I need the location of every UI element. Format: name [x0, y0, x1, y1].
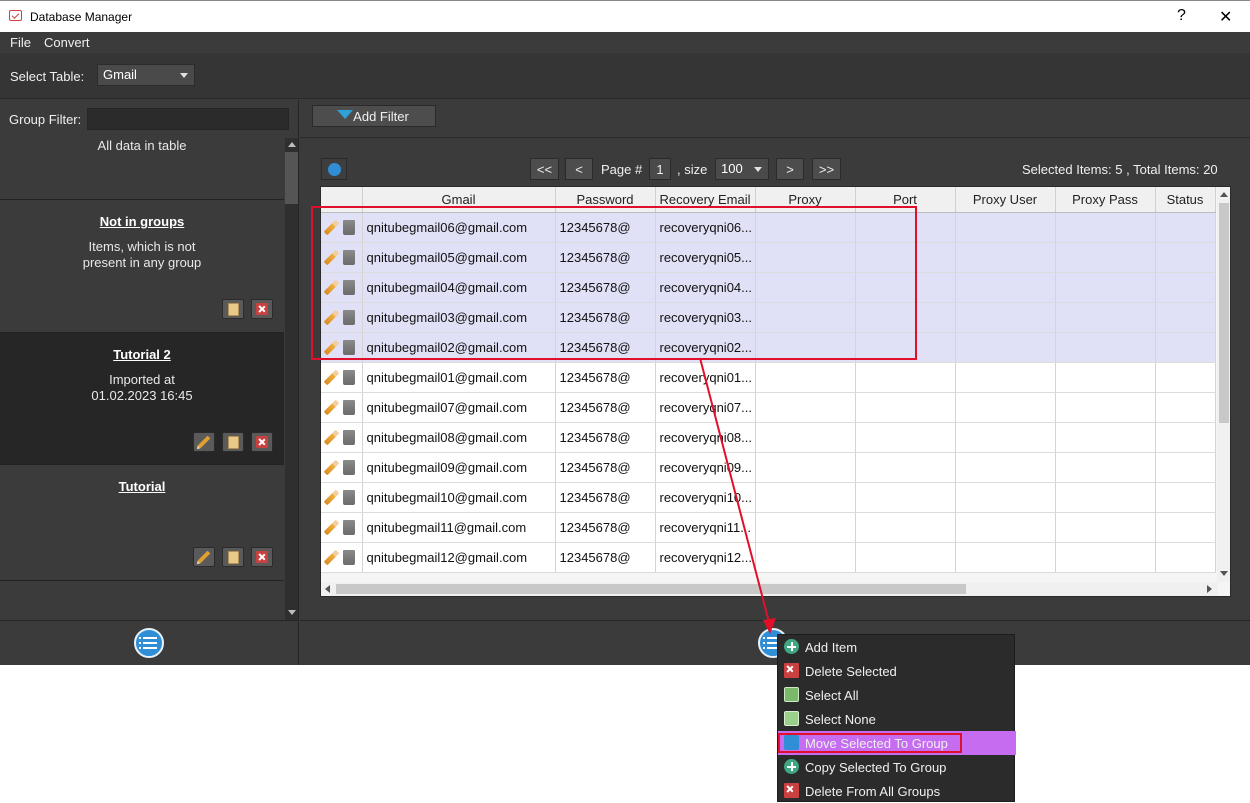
- menu-item-label: Select All: [805, 688, 859, 703]
- menu-item-label: Delete From All Groups: [805, 784, 941, 799]
- menu-item-label: Delete Selected: [805, 664, 897, 679]
- menu-item-select-all[interactable]: Select All: [778, 683, 1016, 707]
- menu-item-label: Copy Selected To Group: [805, 760, 947, 775]
- menu-item-delete-from-all-groups[interactable]: Delete From All Groups: [778, 779, 1016, 803]
- context-menu: Add Item Delete Selected Select All Select …: [777, 634, 1016, 803]
- red-x-icon: [784, 783, 799, 798]
- menu-item-delete-selected[interactable]: Delete Selected: [778, 659, 1016, 683]
- menu-item-move-selected-to-group[interactable]: Move Selected To Group: [778, 731, 1016, 755]
- arrow-line: [699, 357, 771, 627]
- menu-item-label: Move Selected To Group: [805, 736, 948, 751]
- checkbox-checked-icon: [784, 687, 799, 702]
- menu-item-label: Add Item: [805, 640, 858, 655]
- menu-item-add-item[interactable]: Add Item: [778, 635, 1016, 659]
- menu-item-copy-selected-to-group[interactable]: Copy Selected To Group: [778, 755, 1016, 779]
- annotation-arrow: [699, 357, 776, 634]
- red-x-icon: [784, 663, 799, 678]
- checkbox-empty-icon: [784, 711, 799, 726]
- move-icon: [784, 735, 799, 750]
- plus-circle-icon: [784, 759, 799, 774]
- plus-circle-icon: [784, 639, 799, 654]
- arrow-head: [763, 618, 776, 634]
- menu-item-label: Select None: [805, 712, 876, 727]
- menu-item-select-none[interactable]: Select None: [778, 707, 1016, 731]
